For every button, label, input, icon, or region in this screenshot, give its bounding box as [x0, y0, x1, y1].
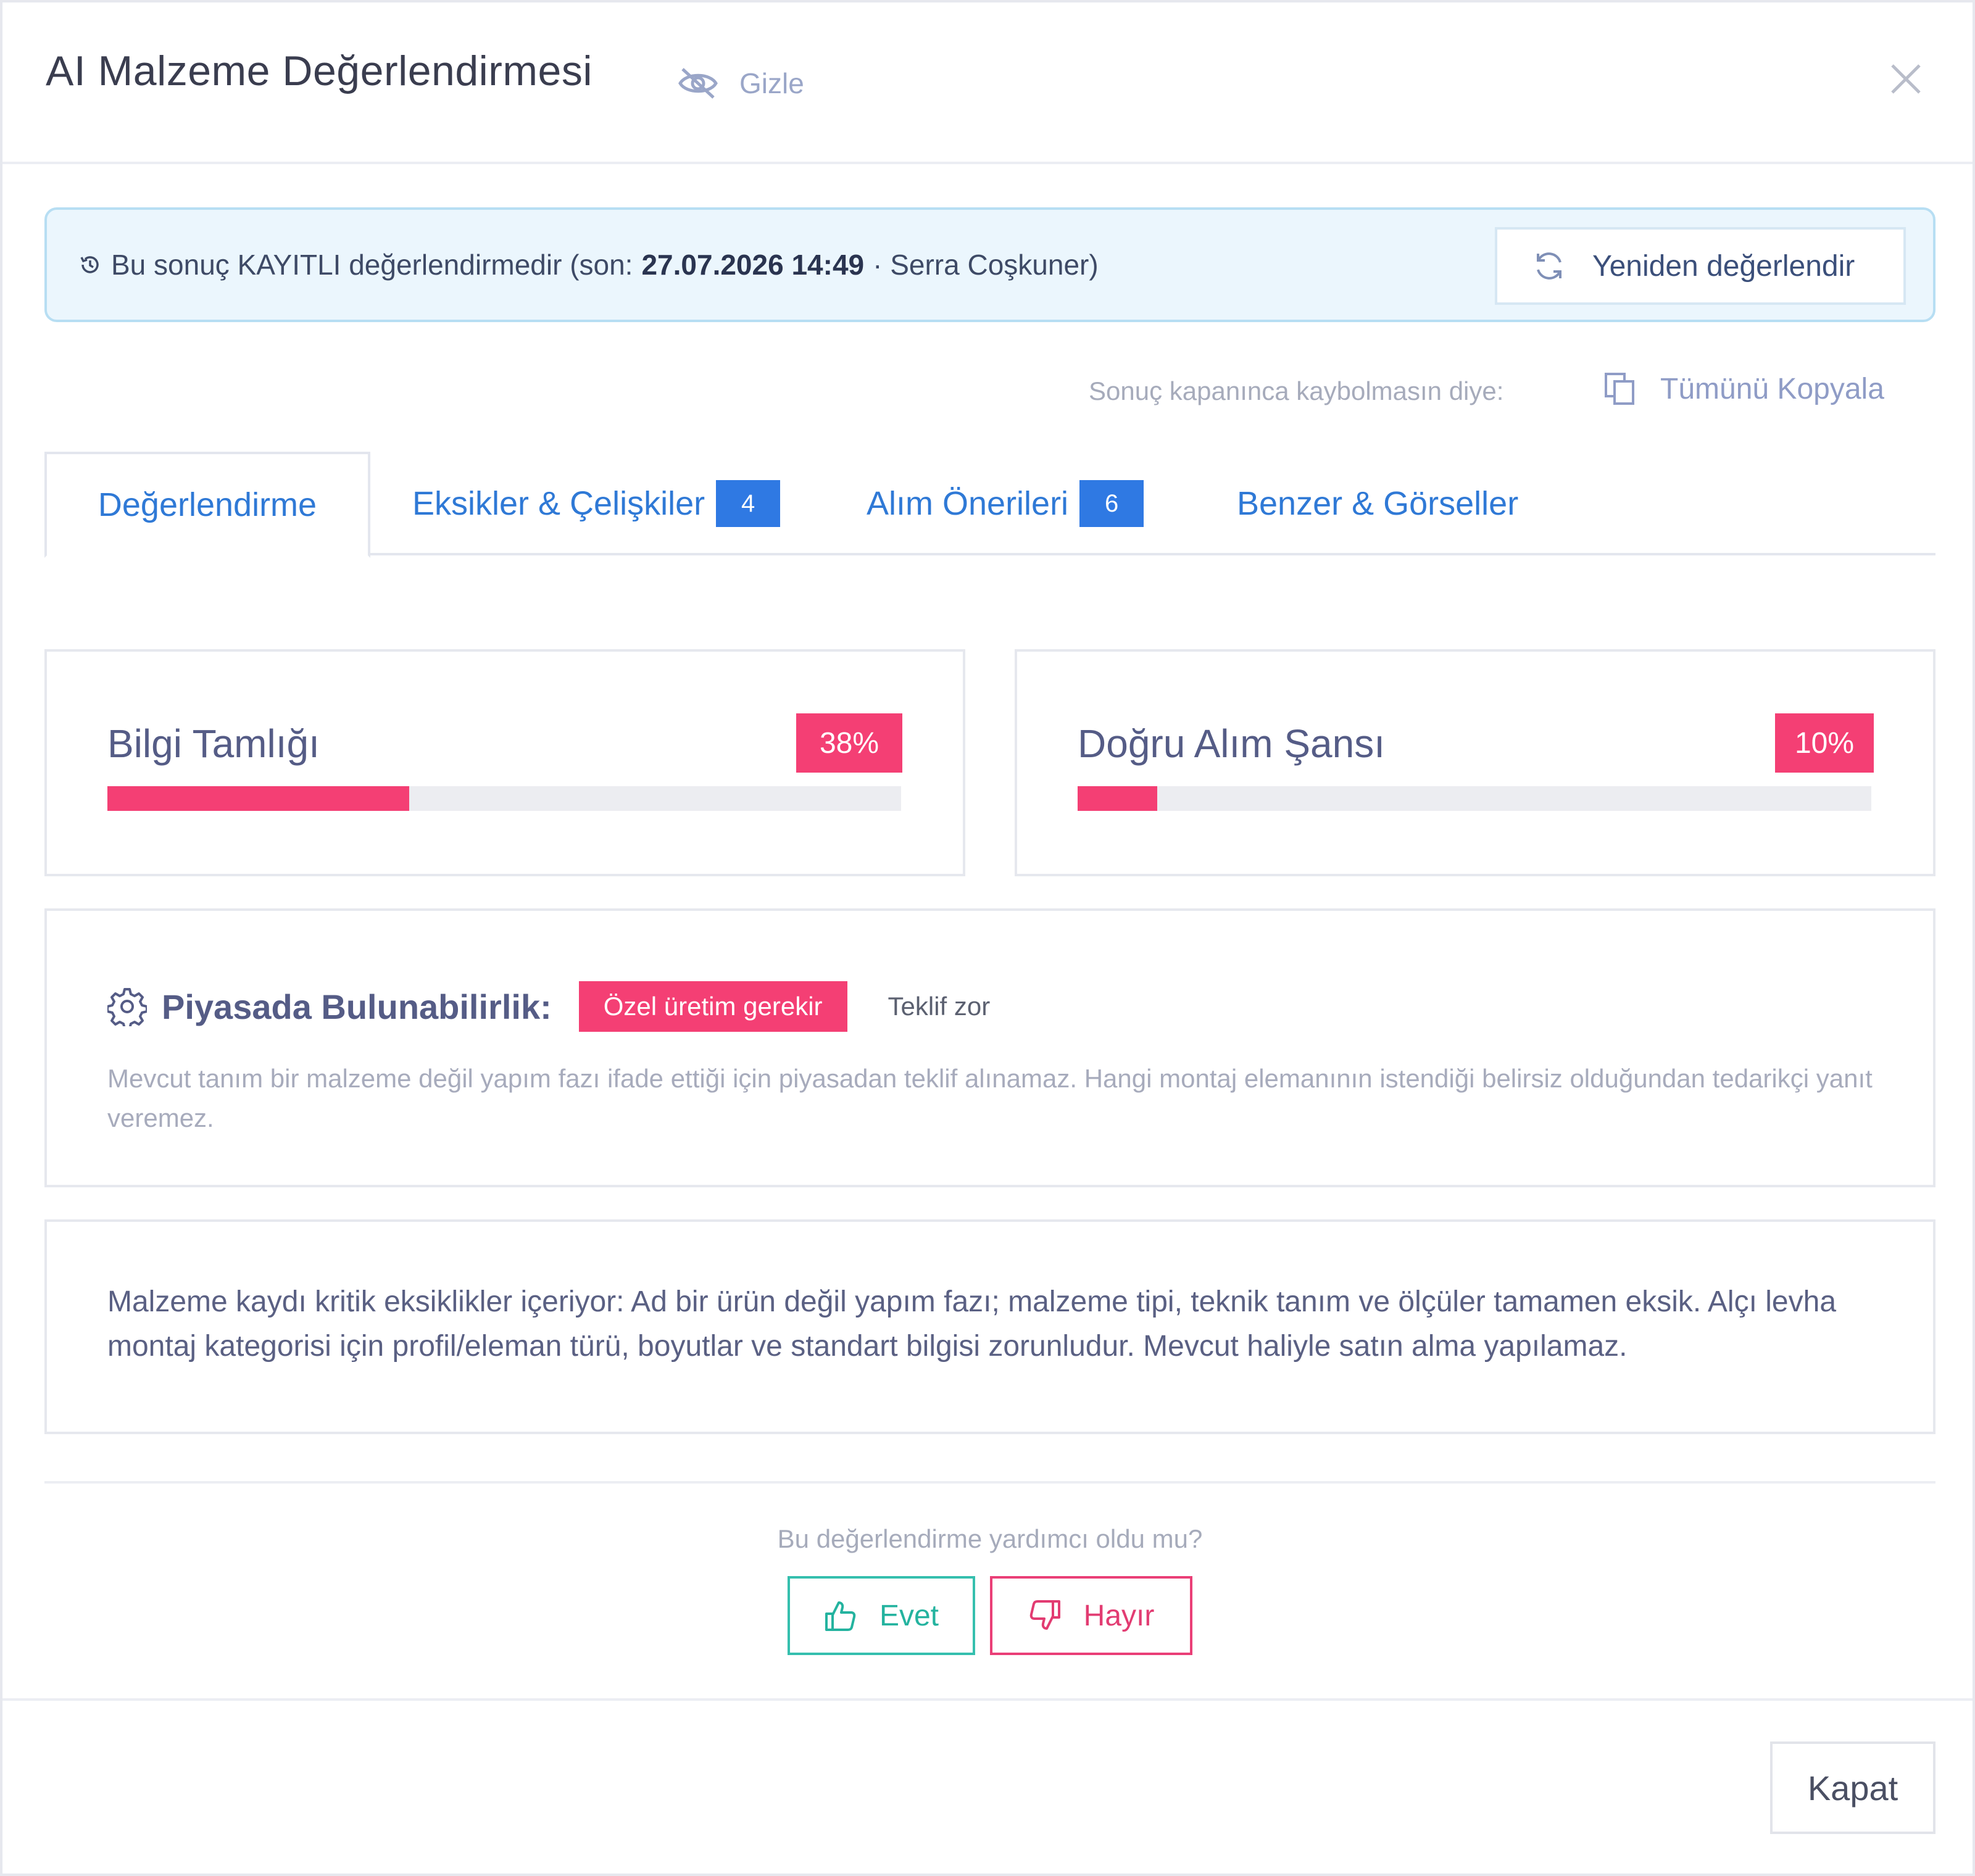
banner-text-before: Bu sonuç KAYITLI değerlendirmedir (son: — [111, 249, 633, 281]
modal-header: AI Malzeme Değerlendirmesi Gizle — [2, 2, 1973, 164]
feedback-no-label: Hayır — [1083, 1599, 1155, 1632]
tab-label: Alım Önerileri — [867, 485, 1069, 522]
tab-label: Değerlendirme — [98, 486, 317, 523]
availability-subtext: Teklif zor — [888, 992, 991, 1021]
tab-eksikler[interactable]: Eksikler & Çelişkiler 4 — [412, 452, 781, 555]
hide-label: Gizle — [739, 67, 804, 99]
feedback-yes-label: Evet — [879, 1599, 939, 1632]
copy-icon — [1605, 373, 1634, 405]
availability-description: Mevcut tanım bir malzeme değil yapım faz… — [107, 1064, 1873, 1132]
close-icon[interactable] — [1889, 62, 1923, 96]
refresh-icon — [1537, 252, 1561, 280]
reevaluate-button[interactable]: Yeniden değerlendir — [1495, 227, 1906, 305]
availability-card: Piyasada Bulunabilirlik: Özel üretim ger… — [44, 908, 1936, 1187]
tab-degerlendirme[interactable]: Değerlendirme — [44, 452, 370, 558]
progress-track — [107, 786, 901, 811]
gear-icon — [107, 988, 147, 1026]
tab-count-badge: 4 — [716, 480, 781, 527]
progress-track — [1078, 786, 1871, 811]
tab-label: Benzer & Görseller — [1237, 485, 1519, 522]
modal-title: AI Malzeme Değerlendirmesi — [46, 48, 592, 94]
thumbs-down-icon — [1029, 1600, 1060, 1630]
copy-all-button[interactable]: Tümünü Kopyala — [1603, 371, 1884, 406]
banner-datetime: 27.07.2026 14:49 — [641, 249, 865, 281]
feedback-question: Bu değerlendirme yardımcı oldu mu? — [777, 1524, 1203, 1553]
copy-hint: Sonuç kapanınca kaybolmasın diye: — [1089, 376, 1504, 405]
tab-alim-onerileri[interactable]: Alım Önerileri 6 — [867, 452, 1144, 555]
history-icon — [80, 256, 99, 273]
saved-result-banner: Bu sonuç KAYITLI değerlendirmedir (son: … — [44, 207, 1936, 322]
availability-status-badge: Özel üretim gerekir — [578, 981, 847, 1032]
copy-all-label: Tümünü Kopyala — [1660, 372, 1884, 405]
progress-fill — [107, 786, 409, 811]
metric-card-completeness: Bilgi Tamlığı 38% — [44, 649, 965, 876]
tab-bar: Değerlendirme Eksikler & Çelişkiler 4 Al… — [44, 452, 1936, 558]
feedback-no-button[interactable]: Hayır — [990, 1576, 1192, 1655]
summary-card: Malzeme kaydı kritik eksiklikler içeriyo… — [44, 1219, 1936, 1434]
availability-label: Piyasada Bulunabilirlik: — [162, 987, 552, 1026]
close-button[interactable]: Kapat — [1770, 1741, 1936, 1834]
metric-title: Doğru Alım Şansı — [1078, 721, 1385, 766]
availability-header: Piyasada Bulunabilirlik: Özel üretim ger… — [107, 981, 990, 1032]
banner-text: Bu sonuç KAYITLI değerlendirmedir (son: … — [78, 248, 1099, 281]
eye-off-icon — [678, 68, 718, 99]
tab-benzer-gorseller[interactable]: Benzer & Görseller — [1237, 452, 1518, 555]
progress-fill — [1078, 786, 1157, 811]
divider — [44, 1481, 1936, 1484]
metric-title: Bilgi Tamlığı — [107, 721, 320, 766]
hide-button[interactable]: Gizle — [678, 62, 804, 105]
modal-footer-divider — [2, 1698, 1973, 1701]
tab-count-badge: 6 — [1079, 480, 1144, 527]
thumbs-up-icon — [825, 1601, 856, 1631]
tab-label: Eksikler & Çelişkiler — [412, 485, 705, 522]
summary-text: Malzeme kaydı kritik eksiklikler içeriyo… — [107, 1285, 1837, 1363]
metric-value-badge: 10% — [1775, 713, 1874, 773]
reevaluate-label: Yeniden değerlendir — [1592, 249, 1855, 283]
banner-text-after: · Serra Coşkuner) — [873, 249, 1099, 281]
evaluation-modal: AI Malzeme Değerlendirmesi Gizle Bu sonu… — [0, 0, 1975, 1876]
metric-value-badge: 38% — [796, 713, 902, 773]
feedback-yes-button[interactable]: Evet — [788, 1576, 975, 1655]
metric-card-purchase-chance: Doğru Alım Şansı 10% — [1015, 649, 1936, 876]
